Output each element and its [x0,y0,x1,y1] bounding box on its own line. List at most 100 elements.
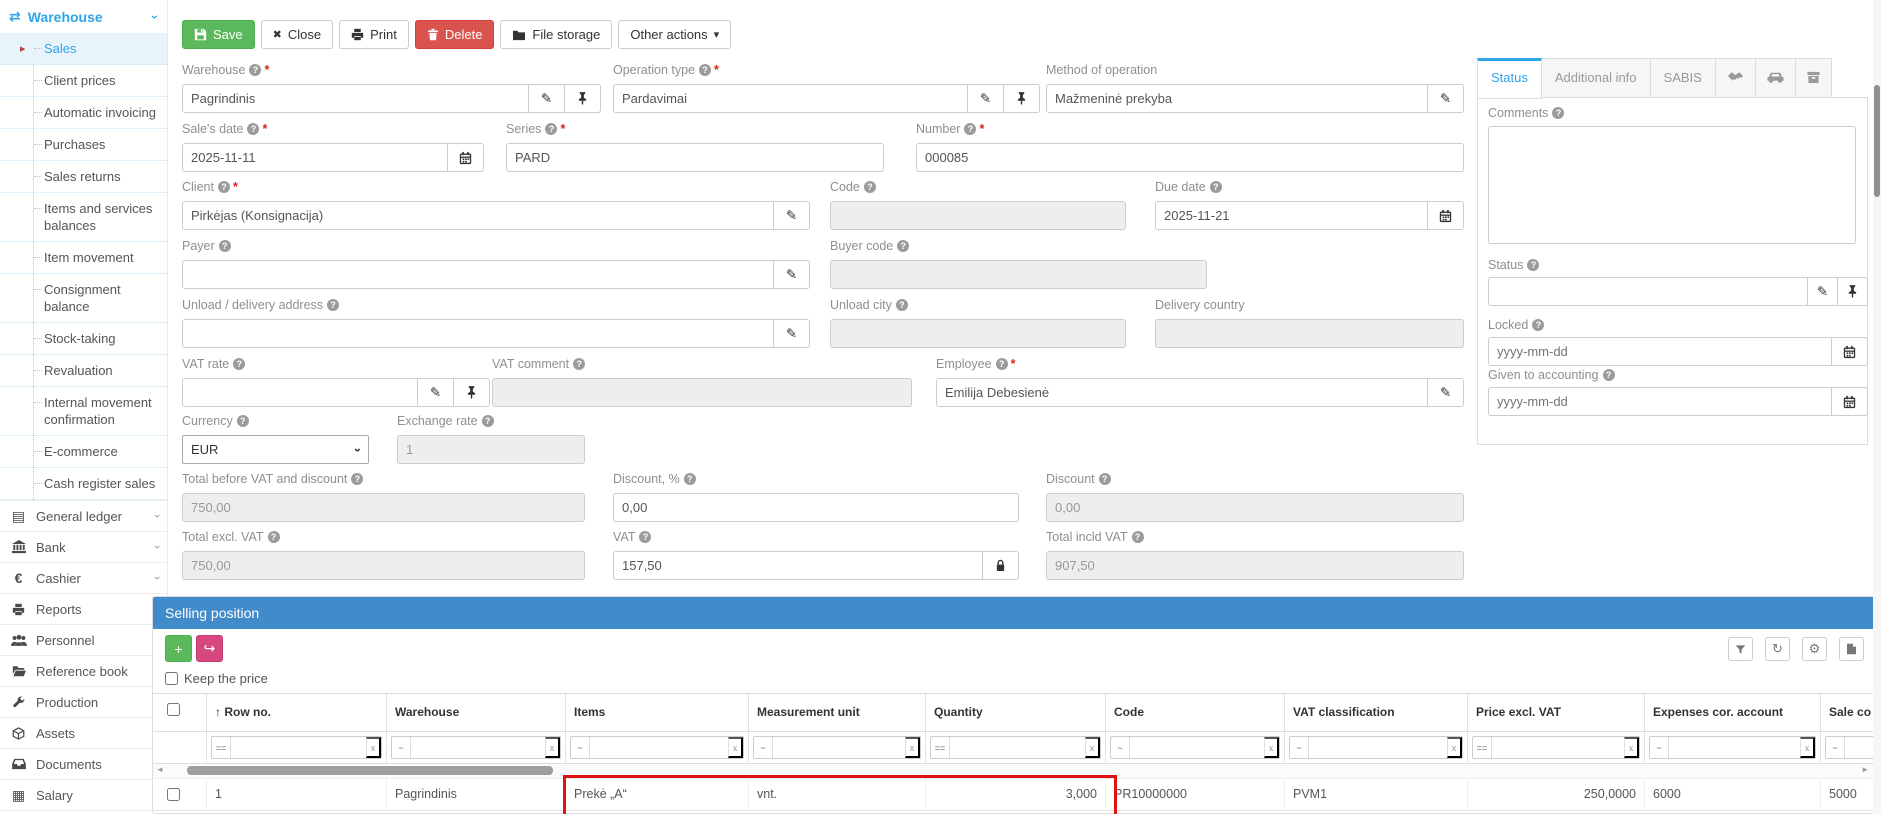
method-of-operation-edit-button[interactable]: ✎ [1428,84,1464,113]
status-pin-button[interactable] [1838,277,1868,306]
filter-clear-button[interactable]: x [545,737,560,758]
column-header-warehouse[interactable]: Warehouse [387,694,566,731]
scroll-right-icon[interactable]: ► [1861,765,1869,774]
employee-input[interactable] [936,378,1428,407]
help-icon[interactable]: ? [864,181,876,193]
column-header-row-no[interactable]: ↑ Row no. [207,694,387,731]
given-to-accounting-calendar-button[interactable] [1832,387,1868,416]
tab-car[interactable] [1756,58,1796,98]
help-icon[interactable]: ? [219,240,231,252]
filter-clear-button[interactable]: x [1624,737,1639,758]
filter-input-sale[interactable] [1845,737,1874,758]
sidebar-item-purchases[interactable]: Purchases [0,129,167,161]
filter-input-expenses[interactable] [1669,737,1800,758]
filter-clear-button[interactable]: x [366,737,381,758]
sidebar-section-declaration[interactable]: Declaration› [0,810,167,814]
help-icon[interactable]: ? [897,240,909,252]
column-header-items[interactable]: Items [566,694,749,731]
sidebar-item-sales[interactable]: ▸Sales [0,33,167,65]
export-button[interactable] [1839,637,1864,661]
filter-operator[interactable]: ~ [1650,737,1669,758]
help-icon[interactable]: ? [573,358,585,370]
sidebar-item-sales-returns[interactable]: Sales returns [0,161,167,193]
file-storage-button[interactable]: File storage [500,20,612,49]
sidebar-section-personnel[interactable]: Personnel› [0,624,167,655]
sales-date-input[interactable] [182,143,448,172]
method-of-operation-input[interactable] [1046,84,1428,113]
number-input[interactable] [916,143,1464,172]
filter-operator[interactable]: ~ [392,737,411,758]
operation-type-edit-button[interactable]: ✎ [968,84,1004,113]
currency-select[interactable]: EUR› [182,435,369,464]
column-header-quantity[interactable]: Quantity [926,694,1106,731]
sidebar-item-client-prices[interactable]: Client prices [0,65,167,97]
filter-clear-button[interactable]: x [1800,737,1815,758]
filter-operator[interactable]: ~ [1826,737,1845,758]
settings-button[interactable]: ⚙ [1802,637,1827,661]
filter-operator[interactable]: == [212,737,231,758]
sidebar-item-revaluation[interactable]: Revaluation [0,355,167,387]
column-header-expenses-cor-account[interactable]: Expenses cor. account [1645,694,1821,731]
employee-edit-button[interactable]: ✎ [1428,378,1464,407]
help-icon[interactable]: ? [1527,259,1539,271]
vat-rate-input[interactable] [182,378,418,407]
filter-operator[interactable]: == [931,737,950,758]
help-icon[interactable]: ? [684,473,696,485]
help-icon[interactable]: ? [699,64,711,76]
discount-pct-input[interactable] [613,493,1019,522]
due-date-calendar-button[interactable] [1428,201,1464,230]
payer-input[interactable] [182,260,774,289]
sidebar-section-salary[interactable]: ▦ Salary› [0,779,167,810]
vat-input[interactable] [613,551,983,580]
filter-operator[interactable]: ~ [1290,737,1309,758]
vat-rate-edit-button[interactable]: ✎ [418,378,454,407]
help-icon[interactable]: ? [639,531,651,543]
filter-input-items[interactable] [590,737,728,758]
warehouse-edit-button[interactable]: ✎ [529,84,565,113]
client-edit-button[interactable]: ✎ [774,201,810,230]
warehouse-pin-button[interactable] [565,84,601,113]
other-actions-button[interactable]: Other actions ▾ [618,20,731,49]
print-button[interactable]: Print [339,20,409,49]
sidebar-item-e-commerce[interactable]: E-commerce [0,436,167,468]
sidebar-section-production[interactable]: Production› [0,686,167,717]
client-input[interactable] [182,201,774,230]
save-button[interactable]: Save [182,20,255,49]
sidebar-item-items-services-balances[interactable]: Items and services balances [0,193,167,242]
help-icon[interactable]: ? [268,531,280,543]
locked-calendar-button[interactable] [1832,337,1868,366]
vat-lock-button[interactable] [983,551,1019,580]
filter-input-warehouse[interactable] [411,737,545,758]
filter-operator[interactable]: ~ [1111,737,1130,758]
help-icon[interactable]: ? [896,299,908,311]
tab-status[interactable]: Status [1477,58,1542,99]
delete-button[interactable]: Delete [415,20,495,49]
sidebar-item-stock-taking[interactable]: Stock-taking [0,323,167,355]
given-to-accounting-input[interactable] [1488,387,1832,416]
keep-the-price-checkbox[interactable] [165,672,178,685]
filter-input-row-no[interactable] [231,737,366,758]
filter-clear-button[interactable]: x [905,737,920,758]
help-icon[interactable]: ? [996,358,1008,370]
filter-clear-button[interactable]: x [728,737,743,758]
sidebar-section-documents[interactable]: Documents› [0,748,167,779]
table-row[interactable]: 1 Pagrindinis Prekė „A“ vnt. 3,000 PR100… [153,779,1874,811]
status-input[interactable] [1488,277,1808,306]
sidebar-section-reference-book[interactable]: Reference book› [0,655,167,686]
help-icon[interactable]: ? [249,64,261,76]
close-button[interactable]: ✖ Close [261,20,333,49]
sidebar-item-consignment-balance[interactable]: Consignment balance [0,274,167,323]
sidebar-section-cashier[interactable]: € Cashier› [0,562,167,593]
due-date-input[interactable] [1155,201,1428,230]
filter-button[interactable] [1728,637,1753,661]
payer-edit-button[interactable]: ✎ [774,260,810,289]
column-header-sale-cor[interactable]: Sale co [1821,694,1874,731]
filter-operator[interactable]: ~ [571,737,590,758]
help-icon[interactable]: ? [1532,319,1544,331]
tab-sabis[interactable]: SABIS [1651,58,1716,98]
redo-button[interactable]: ↪ [196,635,223,662]
locked-input[interactable] [1488,337,1832,366]
operation-type-input[interactable] [613,84,968,113]
tab-handshake[interactable] [1716,58,1756,98]
sidebar-section-general-ledger[interactable]: ▤ General ledger› [0,500,167,531]
